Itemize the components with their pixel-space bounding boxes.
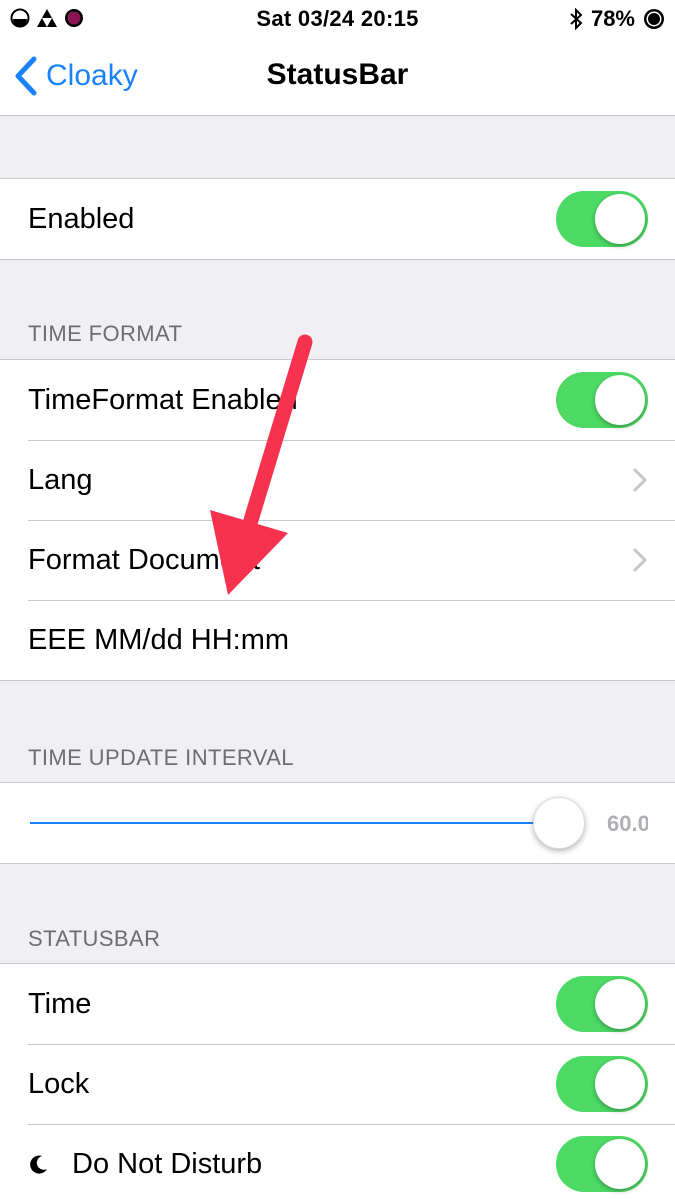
toggle-knob bbox=[595, 194, 645, 244]
enabled-label: Enabled bbox=[28, 202, 135, 235]
navigation-bar: Cloaky StatusBar bbox=[0, 38, 675, 116]
section-header-statusbar: STATUSBAR bbox=[28, 926, 161, 951]
timeformat-enabled-row: TimeFormat Enabled bbox=[0, 360, 675, 440]
do-not-disturb-label: Do Not Disturb bbox=[72, 1147, 263, 1180]
pacman-icon bbox=[10, 8, 30, 28]
status-bar-left-icons bbox=[10, 8, 84, 28]
moon-icon bbox=[30, 1155, 47, 1174]
format-document-row[interactable]: Format Document bbox=[0, 520, 675, 600]
toggle-knob bbox=[595, 1139, 645, 1189]
lock-label: Lock bbox=[28, 1067, 90, 1100]
format-string-field[interactable]: EEE MM/dd HH:mm bbox=[28, 624, 289, 657]
section-header-time-format: TIME FORMAT bbox=[28, 321, 183, 346]
slider-thumb[interactable] bbox=[533, 797, 585, 849]
toggle-knob bbox=[595, 375, 645, 425]
status-bar-right: 78% bbox=[569, 6, 665, 32]
enabled-toggle[interactable] bbox=[556, 191, 648, 247]
time-toggle[interactable] bbox=[556, 976, 648, 1032]
status-bar: Sat 03/24 20:15 78% bbox=[0, 0, 675, 38]
status-clock: Sat 03/24 20:15 bbox=[256, 6, 419, 31]
interval-slider[interactable]: 60.0 bbox=[0, 783, 675, 863]
general-group: Enabled bbox=[0, 178, 675, 260]
format-string-row[interactable]: EEE MM/dd HH:mm bbox=[0, 600, 675, 680]
format-document-label: Format Document bbox=[28, 543, 261, 576]
triforce-icon bbox=[37, 9, 57, 27]
toggle-knob bbox=[595, 1059, 645, 1109]
timeformat-enabled-label: TimeFormat Enabled bbox=[28, 383, 298, 416]
bluetooth-icon bbox=[570, 8, 583, 30]
section-header-time-update: TIME UPDATE INTERVAL bbox=[28, 745, 294, 770]
do-not-disturb-row: Do Not Disturb bbox=[0, 1124, 675, 1200]
toggle-knob bbox=[595, 979, 645, 1029]
statusbar-group: Time Lock Do Not Disturb bbox=[0, 963, 675, 1200]
enabled-row: Enabled bbox=[0, 179, 675, 259]
time-label: Time bbox=[28, 987, 92, 1020]
record-dot-icon bbox=[65, 9, 83, 27]
lock-toggle[interactable] bbox=[556, 1056, 648, 1112]
chevron-right-icon bbox=[633, 468, 647, 492]
lang-label: Lang bbox=[28, 463, 93, 496]
lock-row: Lock bbox=[0, 1044, 675, 1124]
time-format-group: TimeFormat Enabled Lang Format Document … bbox=[0, 359, 675, 681]
page-title: StatusBar bbox=[266, 58, 409, 91]
battery-icon bbox=[644, 9, 664, 29]
slider-track[interactable] bbox=[30, 822, 535, 824]
timeformat-enabled-toggle[interactable] bbox=[556, 372, 648, 428]
time-update-group: 60.0 bbox=[0, 782, 675, 864]
slider-value: 60.0 bbox=[607, 811, 648, 836]
lang-row[interactable]: Lang bbox=[0, 440, 675, 520]
chevron-right-icon bbox=[633, 548, 647, 572]
do-not-disturb-toggle[interactable] bbox=[556, 1136, 648, 1192]
battery-percent: 78% bbox=[590, 6, 635, 31]
time-row: Time bbox=[0, 964, 675, 1044]
